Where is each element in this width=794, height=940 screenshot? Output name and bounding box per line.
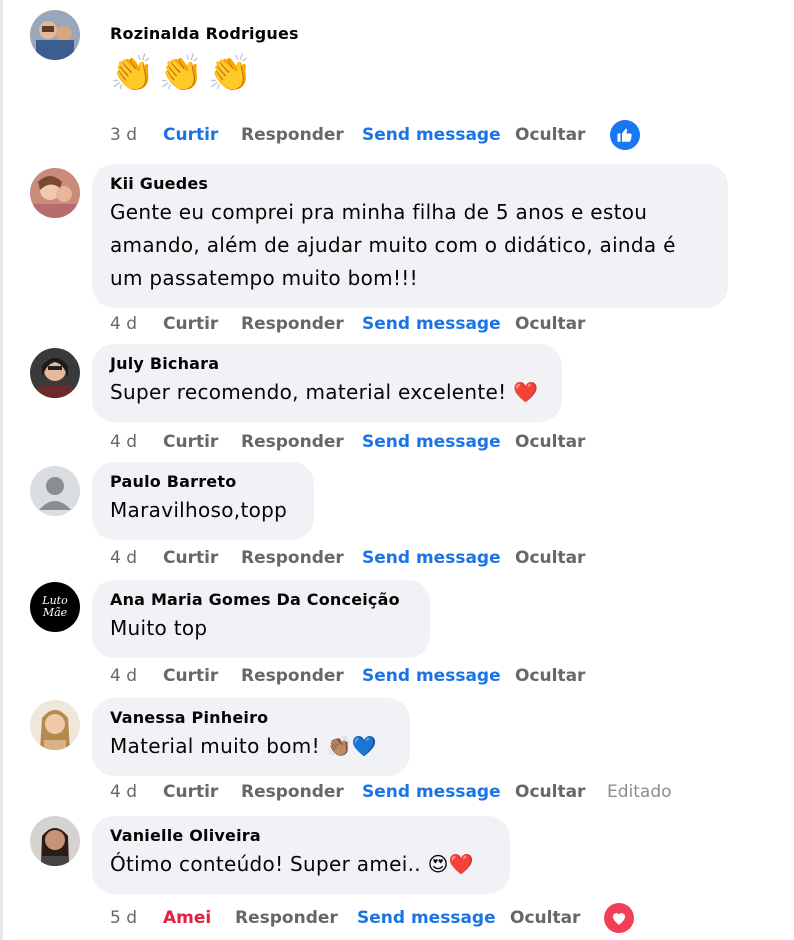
avatar-logo-text: Mãe: [42, 606, 68, 619]
avatar[interactable]: Luto Mãe: [30, 582, 80, 632]
reply-button[interactable]: Responder: [241, 780, 344, 804]
comment-author[interactable]: Kii Guedes: [110, 174, 710, 194]
love-reaction-button[interactable]: Amei: [163, 906, 211, 930]
timestamp[interactable]: 3 d: [110, 123, 137, 147]
timestamp[interactable]: 4 d: [110, 780, 137, 804]
comment-bubble: Paulo Barreto Maravilhoso,topp: [92, 462, 314, 540]
comment-text-line: um passatempo muito bom!!!: [110, 266, 418, 290]
comment-bubble: Rozinalda Rodrigues 👏 👏 👏: [92, 14, 392, 104]
hide-button[interactable]: Ocultar: [515, 664, 585, 688]
timestamp[interactable]: 4 d: [110, 430, 137, 454]
comment-author[interactable]: July Bichara: [110, 354, 544, 374]
comment-text: Material muito bom! 👏🏽💙: [110, 734, 377, 758]
comment-text: Ótimo conteúdo! Super amei.. 😍❤️: [110, 852, 474, 876]
comment-bubble: Vanessa Pinheiro Material muito bom! 👏🏽💙: [92, 698, 410, 776]
comment-text-line: Gente eu comprei pra minha filha de 5 an…: [110, 200, 648, 224]
comment-bubble: July Bichara Super recomendo, material e…: [92, 344, 562, 422]
avatar[interactable]: [30, 348, 80, 398]
comment-bubble: Ana Maria Gomes Da Conceição Muito top: [92, 580, 430, 658]
like-button[interactable]: Curtir: [163, 312, 218, 336]
like-button[interactable]: Curtir: [163, 123, 218, 147]
comment-author[interactable]: Vanessa Pinheiro: [110, 708, 392, 728]
left-border: [0, 0, 3, 940]
avatar[interactable]: [30, 10, 80, 60]
reply-button[interactable]: Responder: [241, 664, 344, 688]
love-icon[interactable]: [604, 903, 634, 933]
send-message-button[interactable]: Send message: [362, 780, 501, 804]
clap-emoji: 👏: [207, 53, 253, 94]
hide-button[interactable]: Ocultar: [515, 123, 585, 147]
reply-button[interactable]: Responder: [241, 546, 344, 570]
comment-text: Super recomendo, material excelente! ❤️: [110, 380, 539, 404]
comment-author[interactable]: Ana Maria Gomes Da Conceição: [110, 590, 412, 610]
comment-text: Muito top: [110, 616, 208, 640]
avatar[interactable]: [30, 700, 80, 750]
send-message-button[interactable]: Send message: [357, 906, 496, 930]
send-message-button[interactable]: Send message: [362, 546, 501, 570]
comment-author[interactable]: Vanielle Oliveira: [110, 826, 492, 846]
reply-button[interactable]: Responder: [241, 123, 344, 147]
send-message-button[interactable]: Send message: [362, 123, 501, 147]
hide-button[interactable]: Ocultar: [515, 312, 585, 336]
timestamp[interactable]: 4 d: [110, 546, 137, 570]
hide-button[interactable]: Ocultar: [510, 906, 580, 930]
avatar[interactable]: [30, 168, 80, 218]
timestamp[interactable]: 4 d: [110, 664, 137, 688]
send-message-button[interactable]: Send message: [362, 430, 501, 454]
hide-button[interactable]: Ocultar: [515, 546, 585, 570]
like-icon[interactable]: [610, 120, 640, 150]
timestamp[interactable]: 4 d: [110, 312, 137, 336]
comment-bubble: Kii Guedes Gente eu comprei pra minha fi…: [92, 164, 728, 308]
comment-author[interactable]: Paulo Barreto: [110, 472, 296, 492]
timestamp[interactable]: 5 d: [110, 906, 137, 930]
send-message-button[interactable]: Send message: [362, 312, 501, 336]
hide-button[interactable]: Ocultar: [515, 780, 585, 804]
avatar[interactable]: [30, 816, 80, 866]
comment-author[interactable]: Rozinalda Rodrigues: [110, 24, 374, 44]
hide-button[interactable]: Ocultar: [515, 430, 585, 454]
reply-button[interactable]: Responder: [241, 312, 344, 336]
like-button[interactable]: Curtir: [163, 664, 218, 688]
like-button[interactable]: Curtir: [163, 546, 218, 570]
like-button[interactable]: Curtir: [163, 430, 218, 454]
comment-text: Maravilhoso,topp: [110, 498, 288, 522]
comment-text-line: amando, além de ajudar muito com o didát…: [110, 233, 676, 257]
send-message-button[interactable]: Send message: [362, 664, 501, 688]
clap-emoji: 👏: [158, 53, 204, 94]
comment-text: Gente eu comprei pra minha filha de 5 an…: [110, 196, 710, 295]
avatar[interactable]: [30, 466, 80, 516]
edited-label: Editado: [607, 782, 672, 802]
reply-button[interactable]: Responder: [235, 906, 338, 930]
reply-button[interactable]: Responder: [241, 430, 344, 454]
emoji-row: 👏 👏 👏: [110, 50, 374, 98]
clap-emoji: 👏: [110, 53, 155, 94]
comment-bubble: Vanielle Oliveira Ótimo conteúdo! Super …: [92, 816, 510, 894]
like-button[interactable]: Curtir: [163, 780, 218, 804]
